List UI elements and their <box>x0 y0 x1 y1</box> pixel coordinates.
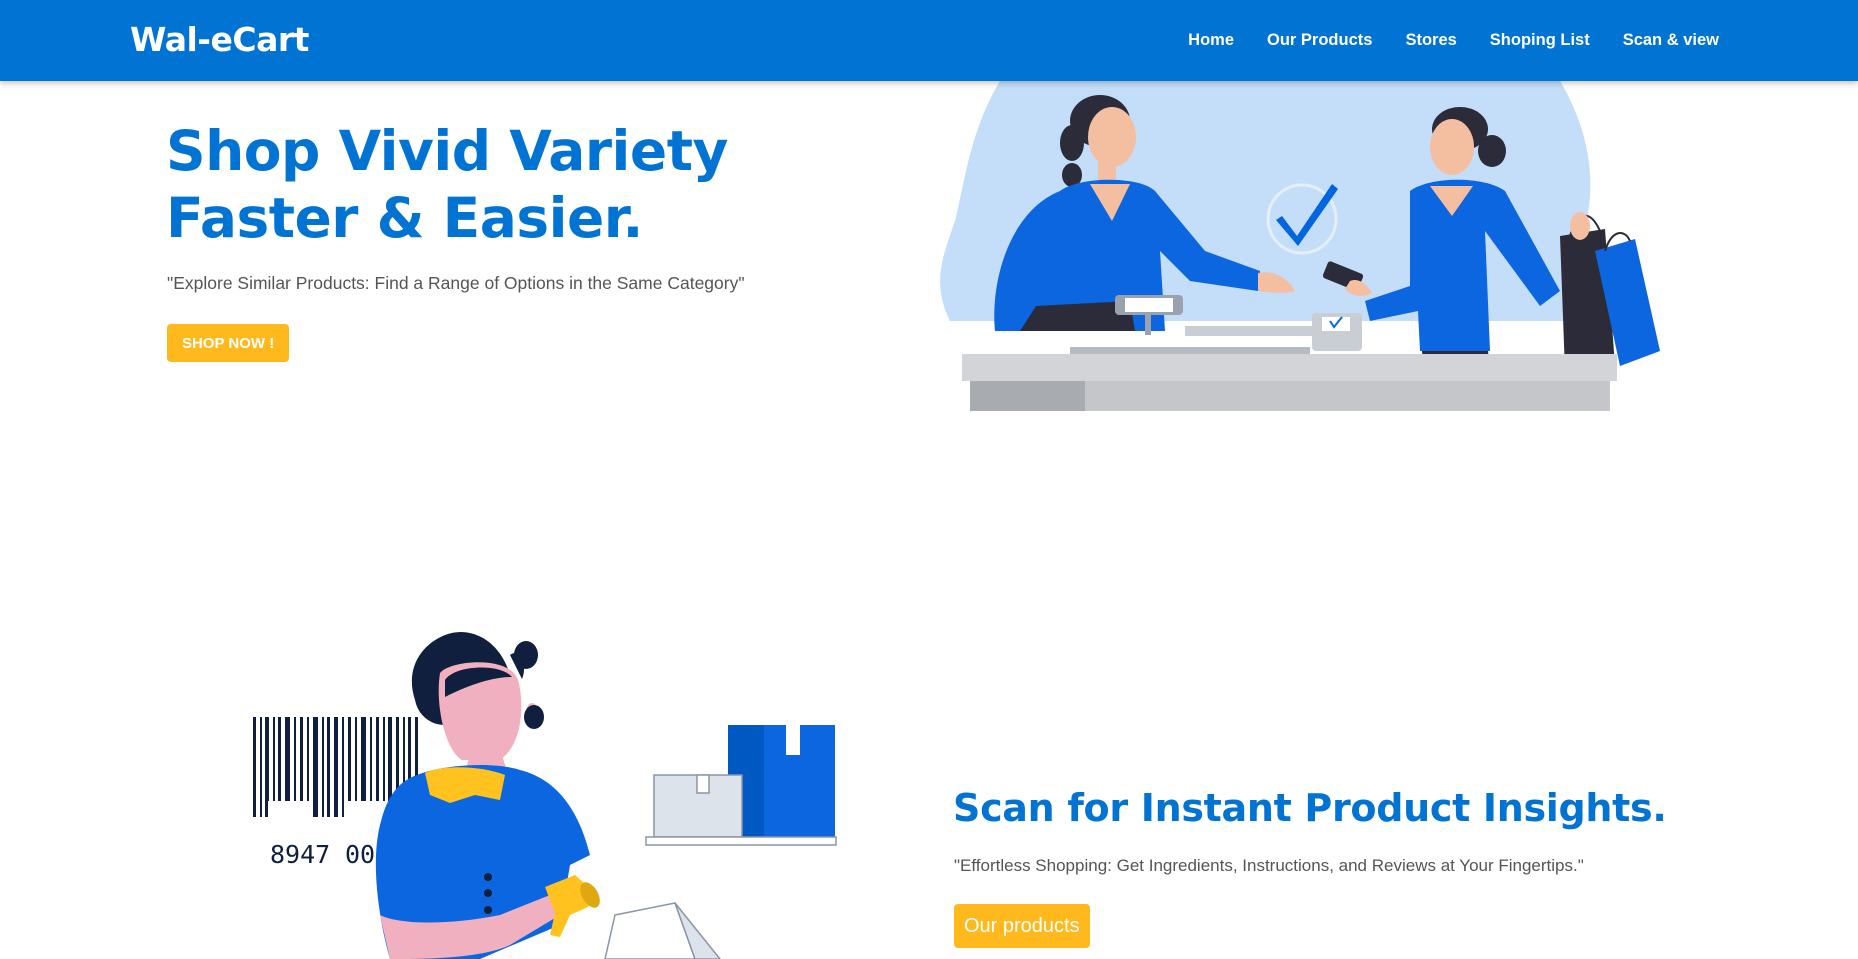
hero-subtitle: "Explore Similar Products: Find a Range … <box>167 273 745 293</box>
shop-now-button[interactable]: SHOP NOW ! <box>167 324 290 362</box>
nav-link-shopping-list[interactable]: Shoping List <box>1490 31 1590 50</box>
scan-section-subtitle: "Effortless Shopping: Get Ingredients, I… <box>954 856 1584 875</box>
nav-link-our-products[interactable]: Our Products <box>1267 31 1372 50</box>
nav-menu: Home Our Products Stores Shoping List Sc… <box>1188 31 1719 50</box>
nav-link-home[interactable]: Home <box>1188 31 1234 50</box>
nav-link-stores[interactable]: Stores <box>1405 31 1456 50</box>
checkout-illustration <box>940 81 1660 411</box>
scan-section-title: Scan for Instant Product Insights. <box>953 786 1667 830</box>
navbar: Wal-eCart Home Our Products Stores Shopi… <box>0 0 1858 81</box>
nav-link-scan-and-view[interactable]: Scan & view <box>1623 31 1719 50</box>
hero-title: Shop Vivid Variety Faster & Easier. <box>166 119 728 250</box>
barcode-number-left: 8947 <box>270 840 330 869</box>
brand-logo[interactable]: Wal-eCart <box>130 20 309 59</box>
our-products-button[interactable]: Our products <box>954 904 1090 948</box>
scanner-illustration: 8947 0007 <box>253 631 837 959</box>
